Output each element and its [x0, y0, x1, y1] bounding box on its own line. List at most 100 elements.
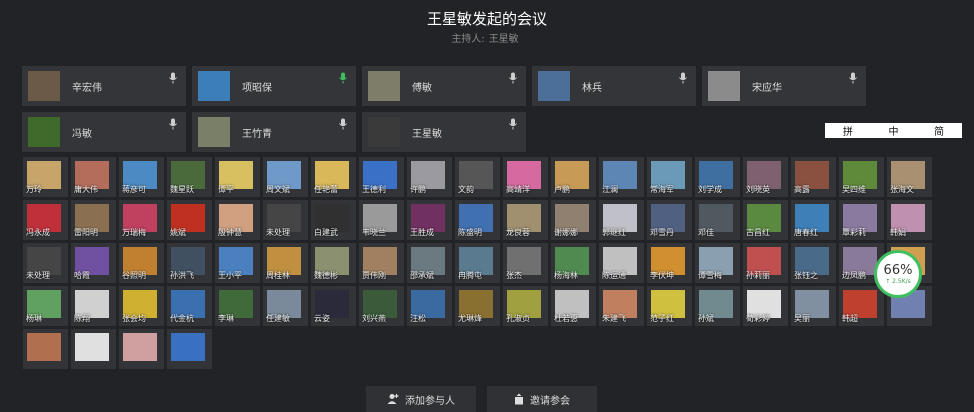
add-participant-button[interactable]: 添加参与人 — [366, 386, 476, 412]
participant-tile[interactable]: 孙斌 — [695, 286, 740, 326]
participant-tile[interactable]: 殷钟慧 — [215, 200, 260, 240]
ime-toolbar[interactable]: 拼 中 简 — [825, 123, 962, 138]
participant-tile[interactable]: 汪松 — [407, 286, 452, 326]
participant-tile[interactable]: 邓佳 — [695, 200, 740, 240]
participant-tile[interactable]: 陈翔 — [71, 286, 116, 326]
ime-mode[interactable]: 中 — [888, 123, 898, 138]
participant-tile[interactable]: 王小平 — [215, 243, 260, 283]
participant-tile[interactable]: 韩娟 — [887, 200, 932, 240]
participant-tile[interactable]: 蒋彦可 — [119, 157, 164, 197]
participant-tile[interactable]: 姚斌 — [167, 200, 212, 240]
network-speed-widget[interactable]: 66% ↑ 2.5K/s — [874, 250, 922, 298]
participant-tile[interactable]: 杜若惠 — [551, 286, 596, 326]
participant-tile[interactable]: 常海军 — [647, 157, 692, 197]
participant-tile[interactable]: 任艳蕾 — [311, 157, 356, 197]
speaker-card[interactable]: 项昭保 — [192, 66, 356, 106]
participant-tile[interactable]: 陈运通 — [599, 243, 644, 283]
participant-tile[interactable]: 文韵 — [455, 157, 500, 197]
participant-tile[interactable]: 高露 — [791, 157, 836, 197]
participant-tile[interactable]: 谭平 — [215, 157, 260, 197]
participant-tile[interactable]: 雷阳明 — [71, 200, 116, 240]
participant-tile[interactable] — [167, 329, 212, 369]
participant-tile[interactable]: 陈盛明 — [455, 200, 500, 240]
microphone-icon[interactable] — [168, 118, 178, 130]
participant-tile[interactable]: 高靖洋 — [503, 157, 548, 197]
participant-tile[interactable]: 谭雪梅 — [695, 243, 740, 283]
participant-tile[interactable]: 邵承斌 — [407, 243, 452, 283]
microphone-icon[interactable] — [338, 118, 348, 130]
participant-tile[interactable]: 万玲 — [23, 157, 68, 197]
participant-tile[interactable]: 江澜 — [599, 157, 644, 197]
participant-tile[interactable]: 魏德彬 — [311, 243, 356, 283]
participant-tile[interactable]: 尤琳烽 — [455, 286, 500, 326]
participant-tile[interactable]: 刘学成 — [695, 157, 740, 197]
participant-tile[interactable]: 张会均 — [119, 286, 164, 326]
participant-tile[interactable]: 李琳 — [215, 286, 260, 326]
participant-tile[interactable]: 代金杭 — [167, 286, 212, 326]
participant-tile[interactable]: 郭继红 — [599, 200, 644, 240]
ime-simplified[interactable]: 简 — [934, 123, 944, 138]
participant-tile[interactable]: 白建武 — [311, 200, 356, 240]
participant-tile[interactable]: 周文斌 — [263, 157, 308, 197]
participant-tile[interactable]: 韩超 — [839, 286, 884, 326]
participant-tile[interactable] — [71, 329, 116, 369]
participant-tile[interactable]: 孙洪飞 — [167, 243, 212, 283]
participant-tile[interactable]: 许鹏 — [407, 157, 452, 197]
participant-tile[interactable]: 荀彩婷 — [743, 286, 788, 326]
speaker-card[interactable]: 王星敏 — [362, 112, 526, 152]
participant-tile[interactable]: 王德利 — [359, 157, 404, 197]
participant-tile[interactable]: 贾伟刚 — [359, 243, 404, 283]
participant-tile[interactable]: 古昌红 — [743, 200, 788, 240]
participant-tile[interactable]: 覃彩莉 — [839, 200, 884, 240]
participant-tile[interactable]: 冯永成 — [23, 200, 68, 240]
participant-tile[interactable]: 杨海林 — [551, 243, 596, 283]
ime-pinyin[interactable]: 拼 — [843, 123, 853, 138]
participant-tile[interactable]: 张杰 — [503, 243, 548, 283]
participant-tile[interactable]: 刘晓英 — [743, 157, 788, 197]
speaker-card[interactable]: 辛宏伟 — [22, 66, 186, 106]
participant-tile[interactable]: 朱建飞 — [599, 286, 644, 326]
participant-tile[interactable]: 龙良蓉 — [503, 200, 548, 240]
participant-tile[interactable]: 云姿 — [311, 286, 356, 326]
participant-tile[interactable]: 吴丽 — [791, 286, 836, 326]
participant-tile[interactable]: 韦晓兰 — [359, 200, 404, 240]
speaker-card[interactable]: 王竹青 — [192, 112, 356, 152]
participant-tile[interactable]: 谢娜娜 — [551, 200, 596, 240]
microphone-icon[interactable] — [508, 72, 518, 84]
participant-tile[interactable]: 吴四维 — [839, 157, 884, 197]
microphone-icon[interactable] — [338, 72, 348, 84]
participant-tile[interactable]: 孔淑贞 — [503, 286, 548, 326]
microphone-icon[interactable] — [508, 118, 518, 130]
invite-button[interactable]: 邀请参会 — [487, 386, 597, 412]
participant-tile[interactable]: 冉腾屯 — [455, 243, 500, 283]
participant-tile[interactable]: 魏星跃 — [167, 157, 212, 197]
participant-tile[interactable]: 任建敏 — [263, 286, 308, 326]
speaker-card[interactable]: 傅敏 — [362, 66, 526, 106]
participant-tile[interactable]: 唐春红 — [791, 200, 836, 240]
participant-tile[interactable]: 刘兴燕 — [359, 286, 404, 326]
participant-tile[interactable]: 张海文 — [887, 157, 932, 197]
participant-tile[interactable] — [23, 329, 68, 369]
participant-tile[interactable]: 未处理 — [23, 243, 68, 283]
participant-tile[interactable]: 未处理 — [263, 200, 308, 240]
participant-tile[interactable]: 范子红 — [647, 286, 692, 326]
participant-tile[interactable]: 张钰之 — [791, 243, 836, 283]
speaker-card[interactable]: 冯敏 — [22, 112, 186, 152]
participant-tile[interactable]: 孙莉丽 — [743, 243, 788, 283]
participant-tile[interactable]: 李伏坤 — [647, 243, 692, 283]
participant-tile[interactable]: 庸大伟 — [71, 157, 116, 197]
participant-tile[interactable]: 卢鹏 — [551, 157, 596, 197]
participant-tile[interactable] — [119, 329, 164, 369]
microphone-icon[interactable] — [848, 72, 858, 84]
participant-tile[interactable]: 谷照明 — [119, 243, 164, 283]
participant-tile[interactable]: 王胜成 — [407, 200, 452, 240]
participant-tile[interactable]: 哈霞 — [71, 243, 116, 283]
participant-tile[interactable]: 万瑞梅 — [119, 200, 164, 240]
microphone-icon[interactable] — [168, 72, 178, 84]
participant-tile[interactable]: 杨琳 — [23, 286, 68, 326]
participant-tile[interactable]: 邓雪丹 — [647, 200, 692, 240]
speaker-card[interactable]: 宋应华 — [702, 66, 866, 106]
participant-tile[interactable]: 周桂林 — [263, 243, 308, 283]
speaker-card[interactable]: 林兵 — [532, 66, 696, 106]
microphone-icon[interactable] — [678, 72, 688, 84]
